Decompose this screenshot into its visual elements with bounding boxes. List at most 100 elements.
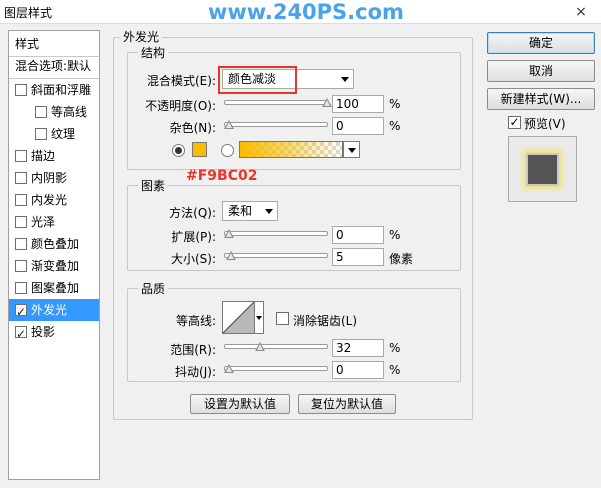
sidebar-item-label: 等高线 bbox=[51, 105, 88, 119]
contour-dropdown[interactable] bbox=[255, 301, 264, 334]
sidebar-item[interactable]: 图案叠加 bbox=[9, 277, 99, 299]
chevron-down-icon bbox=[348, 148, 356, 153]
sidebar-item-checkbox[interactable] bbox=[15, 84, 27, 96]
sidebar-item[interactable]: 颜色叠加 bbox=[9, 233, 99, 255]
window-title: 图层样式 bbox=[4, 6, 53, 20]
outer-glow-title: 外发光 bbox=[120, 28, 163, 45]
gradient-radio[interactable] bbox=[221, 144, 234, 157]
style-preview bbox=[508, 136, 577, 202]
chevron-down-icon bbox=[341, 77, 349, 82]
opacity-slider[interactable] bbox=[224, 100, 328, 105]
new-style-button[interactable]: 新建样式(W)... bbox=[487, 88, 595, 110]
sidebar-item-checkbox[interactable] bbox=[15, 150, 27, 162]
highlight-box bbox=[218, 66, 297, 94]
noise-slider-thumb[interactable] bbox=[224, 120, 234, 129]
jitter-slider[interactable] bbox=[224, 366, 328, 371]
sidebar-item-label: 颜色叠加 bbox=[31, 237, 80, 251]
spread-slider[interactable] bbox=[224, 231, 328, 236]
noise-unit: % bbox=[389, 119, 401, 133]
sidebar-item-checkbox[interactable] bbox=[15, 238, 27, 250]
blend-mode-label: 混合模式(E): bbox=[147, 74, 216, 88]
preview-thumbnail bbox=[526, 153, 559, 186]
reset-default-button[interactable]: 复位为默认值 bbox=[298, 394, 396, 414]
sidebar-item-label: 内阴影 bbox=[31, 171, 68, 185]
glow-color-swatch[interactable] bbox=[192, 142, 207, 157]
noise-slider[interactable] bbox=[224, 122, 328, 127]
sidebar-item-checkbox[interactable] bbox=[15, 301, 27, 323]
sidebar-item-label: 描边 bbox=[31, 149, 56, 163]
preview-label: 预览(V) bbox=[524, 117, 566, 131]
quality-title: 品质 bbox=[138, 280, 169, 297]
sidebar-item[interactable]: 光泽 bbox=[9, 211, 99, 233]
size-slider[interactable] bbox=[224, 253, 328, 258]
sidebar-item-checkbox[interactable] bbox=[15, 260, 27, 272]
size-label: 大小(S): bbox=[170, 252, 216, 266]
noise-input[interactable]: 0 bbox=[332, 117, 384, 135]
jitter-slider-thumb[interactable] bbox=[224, 364, 234, 373]
watermark: www.240PS.com bbox=[208, 0, 404, 24]
contour-preview[interactable] bbox=[222, 301, 255, 334]
size-slider-thumb[interactable] bbox=[225, 251, 236, 260]
sidebar-item[interactable]: 渐变叠加 bbox=[9, 255, 99, 277]
contour-curve-icon bbox=[222, 301, 255, 334]
range-label: 范围(R): bbox=[170, 343, 216, 357]
sidebar-item-label: 图案叠加 bbox=[31, 281, 80, 295]
chevron-down-icon bbox=[265, 209, 273, 214]
gradient-preview[interactable] bbox=[239, 141, 343, 158]
make-default-button[interactable]: 设置为默认值 bbox=[190, 394, 290, 414]
chevron-down-icon bbox=[256, 316, 262, 320]
antialias-label: 消除锯齿(L) bbox=[293, 314, 358, 328]
jitter-input[interactable]: 0 bbox=[332, 361, 384, 379]
size-input[interactable]: 5 bbox=[332, 248, 384, 266]
sidebar-item[interactable]: 等高线 bbox=[9, 101, 99, 123]
sidebar-item-label: 纹理 bbox=[51, 127, 76, 141]
sidebar-item[interactable]: 描边 bbox=[9, 145, 99, 167]
cancel-button[interactable]: 取消 bbox=[487, 60, 595, 82]
spread-label: 扩展(P): bbox=[171, 230, 216, 244]
style-list-header[interactable]: 样式 bbox=[9, 33, 99, 55]
color-annotation: #F9BC02 bbox=[186, 168, 258, 184]
sidebar-item-label: 光泽 bbox=[31, 215, 56, 229]
sidebar-item-checkbox[interactable] bbox=[35, 106, 47, 118]
sidebar-item-checkbox[interactable] bbox=[15, 194, 27, 206]
noise-label: 杂色(N): bbox=[169, 121, 216, 135]
opacity-slider-thumb[interactable] bbox=[322, 98, 332, 107]
sidebar-item[interactable]: 纹理 bbox=[9, 123, 99, 145]
preview-checkbox[interactable]: ✓ bbox=[508, 116, 521, 129]
method-value: 柔和 bbox=[228, 204, 253, 218]
solid-color-radio[interactable] bbox=[172, 144, 185, 157]
structure-title: 结构 bbox=[138, 44, 169, 61]
blend-options-item[interactable]: 混合选项:默认 bbox=[9, 55, 99, 77]
sidebar-item-label: 渐变叠加 bbox=[31, 259, 80, 273]
sidebar-item[interactable]: 外发光 bbox=[9, 299, 99, 323]
range-slider[interactable] bbox=[224, 344, 328, 349]
antialias-checkbox[interactable] bbox=[276, 312, 289, 325]
size-unit: 像素 bbox=[389, 252, 414, 266]
sidebar-item[interactable]: 内发光 bbox=[9, 189, 99, 211]
spread-input[interactable]: 0 bbox=[332, 226, 384, 244]
opacity-label: 不透明度(O): bbox=[145, 99, 216, 113]
elements-title: 图素 bbox=[138, 177, 169, 194]
method-select[interactable]: 柔和 bbox=[222, 201, 278, 221]
sidebar-item[interactable]: 内阴影 bbox=[9, 167, 99, 189]
sidebar-item-label: 内发光 bbox=[31, 193, 68, 207]
spread-slider-thumb[interactable] bbox=[224, 229, 234, 238]
sidebar-item-checkbox[interactable] bbox=[35, 128, 47, 140]
jitter-unit: % bbox=[389, 363, 401, 377]
sidebar-item-checkbox[interactable] bbox=[15, 216, 27, 228]
sidebar-item-checkbox[interactable] bbox=[15, 172, 27, 184]
ok-button[interactable]: 确定 bbox=[487, 32, 595, 54]
range-input[interactable]: 32 bbox=[332, 339, 384, 357]
sidebar-item[interactable]: 投影 bbox=[9, 321, 99, 345]
sidebar-item[interactable]: 斜面和浮雕 bbox=[9, 79, 99, 101]
contour-label: 等高线: bbox=[175, 314, 216, 328]
range-unit: % bbox=[389, 341, 401, 355]
opacity-input[interactable]: 100 bbox=[332, 95, 384, 113]
sidebar-item-checkbox[interactable] bbox=[15, 282, 27, 294]
spread-unit: % bbox=[389, 228, 401, 242]
range-slider-thumb[interactable] bbox=[255, 342, 266, 351]
method-label: 方法(Q): bbox=[169, 206, 216, 220]
close-icon[interactable]: × bbox=[566, 1, 596, 23]
gradient-dropdown[interactable] bbox=[343, 141, 360, 158]
sidebar-item-checkbox[interactable] bbox=[15, 323, 27, 345]
